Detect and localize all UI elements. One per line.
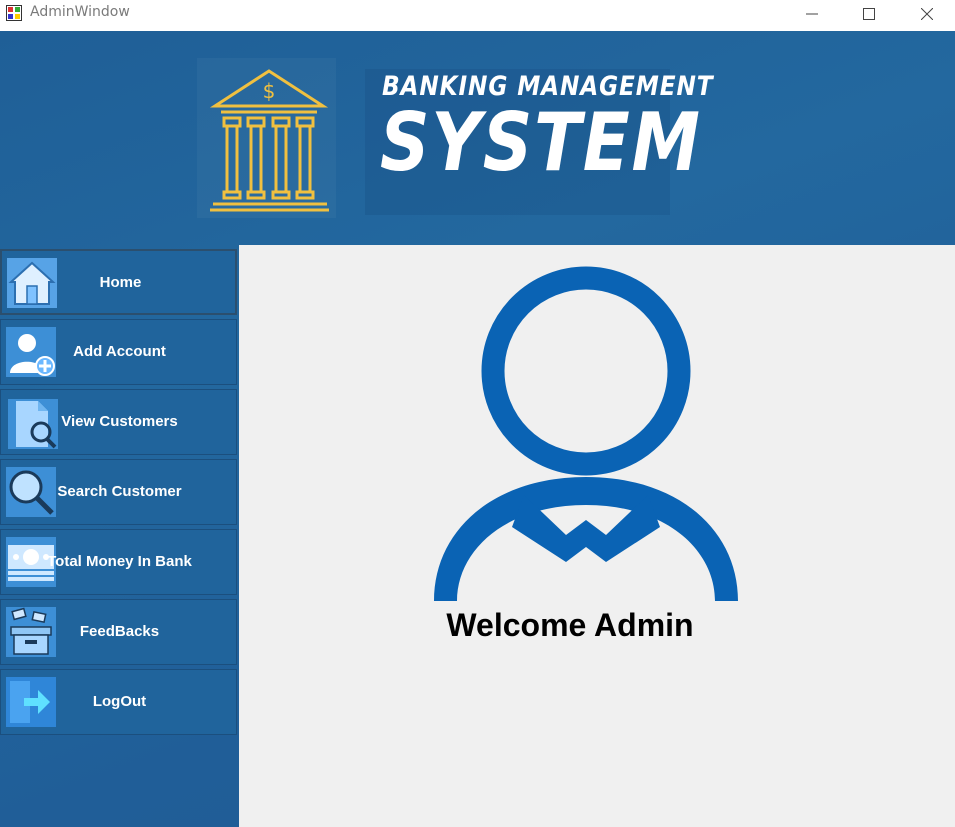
sidebar-nav: Home Add Account View Customers Search C… bbox=[0, 247, 239, 827]
sidebar-item-search-customer[interactable]: Search Customer bbox=[0, 459, 237, 525]
sidebar-item-label: Search Customer bbox=[57, 483, 182, 500]
minimize-button[interactable] bbox=[783, 0, 841, 28]
close-icon bbox=[921, 8, 933, 20]
minimize-icon bbox=[806, 13, 818, 15]
sidebar-item-total-money[interactable]: Total Money In Bank bbox=[0, 529, 237, 595]
user-avatar-icon bbox=[434, 266, 738, 601]
app-icon bbox=[6, 5, 22, 21]
close-button[interactable] bbox=[898, 0, 955, 28]
window-title: AdminWindow bbox=[30, 4, 130, 20]
bank-building-icon: $ bbox=[209, 69, 329, 212]
sidebar-item-label: LogOut bbox=[92, 693, 147, 710]
sidebar-item-label: Total Money In Bank bbox=[47, 553, 192, 570]
maximize-button[interactable] bbox=[840, 0, 898, 28]
maximize-icon bbox=[863, 8, 875, 20]
app-body: $ BANKING MANAGEMENT SYSTEM Home Add Acc… bbox=[0, 31, 955, 827]
svg-text:$: $ bbox=[263, 79, 276, 103]
sidebar-item-add-account[interactable]: Add Account bbox=[0, 319, 237, 385]
main-content-panel: Welcome Admin bbox=[239, 245, 955, 827]
sidebar-item-label: FeedBacks bbox=[79, 623, 160, 640]
sidebar-item-feedbacks[interactable]: FeedBacks bbox=[0, 599, 237, 665]
sidebar-item-view-customers[interactable]: View Customers bbox=[0, 389, 237, 455]
banner-title: SYSTEM bbox=[380, 96, 702, 189]
sidebar-item-label: Home bbox=[99, 274, 142, 291]
sidebar-item-logout[interactable]: LogOut bbox=[0, 669, 237, 735]
sidebar-item-home[interactable]: Home bbox=[0, 249, 237, 315]
welcome-message: Welcome Admin bbox=[446, 607, 694, 643]
sidebar-item-label: Add Account bbox=[73, 343, 166, 360]
sidebar-item-label: View Customers bbox=[61, 413, 178, 430]
window-titlebar: AdminWindow bbox=[0, 0, 955, 31]
